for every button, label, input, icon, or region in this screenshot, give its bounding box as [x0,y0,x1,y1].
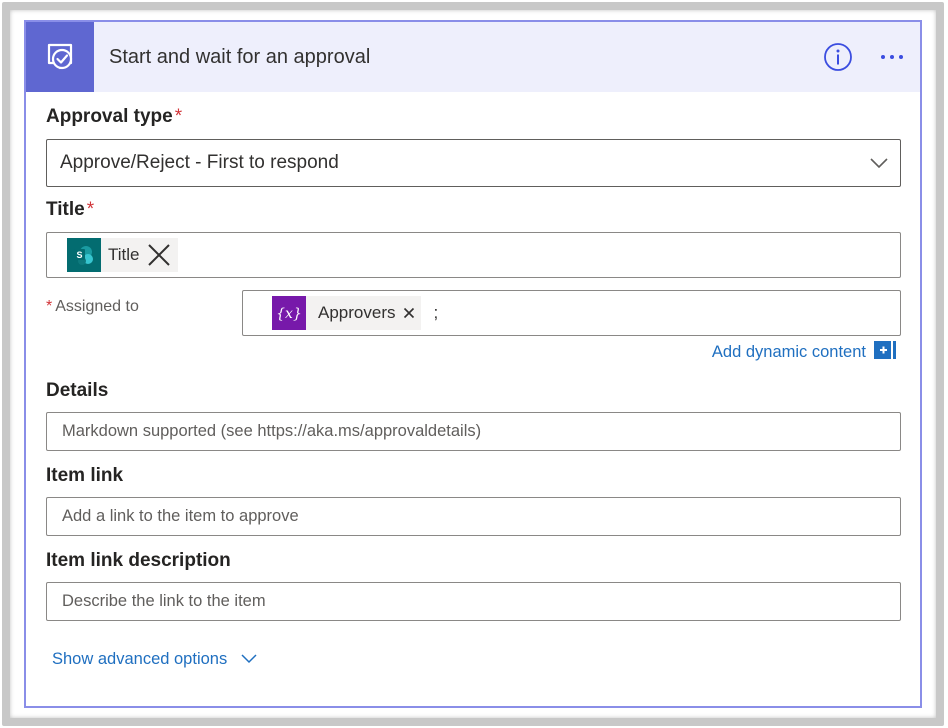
card-title: Start and wait for an approval [109,45,371,68]
details-label: Details [46,380,109,401]
details-placeholder: Markdown supported (see https://aka.ms/a… [62,422,482,440]
svg-text:S: S [76,250,82,260]
title-input[interactable]: S Title [46,232,901,278]
assigned-to-input[interactable]: {x} Approvers ; [242,290,901,336]
add-dynamic-content-button[interactable]: Add dynamic content [712,340,898,365]
required-marker: * [86,199,95,220]
item-link-description-input[interactable]: Describe the link to the item [46,582,901,621]
sharepoint-icon: S [67,238,101,272]
approvers-token[interactable]: {x} Approvers [272,296,422,330]
card-header[interactable]: Start and wait for an approval [26,22,920,92]
details-input[interactable]: Markdown supported (see https://aka.ms/a… [46,412,901,451]
approval-icon [26,22,94,92]
chevron-down-icon [241,651,257,669]
item-link-input[interactable]: Add a link to the item to approve [46,497,901,536]
info-icon [824,43,852,71]
approval-type-dropdown[interactable]: Approve/Reject - First to respond [46,139,901,187]
assigned-to-label: * Assigned to [46,298,139,315]
chevron-down-icon[interactable] [870,157,888,169]
remove-token-icon[interactable] [146,242,172,268]
title-token[interactable]: S Title [67,238,178,272]
item-link-label: Item link [46,465,124,486]
info-button[interactable] [822,41,854,73]
variable-icon: {x} [272,296,306,330]
approval-action-card: Start and wait for an approval Approval … [24,20,922,708]
item-link-description-label: Item link description [46,550,231,571]
more-options-button[interactable] [872,41,912,73]
required-marker: * [174,106,183,127]
title-token-label: Title [108,245,140,264]
required-marker: * [46,298,53,315]
item-link-placeholder: Add a link to the item to approve [62,507,299,525]
approval-type-value: Approve/Reject - First to respond [60,152,339,173]
add-dynamic-content-icon [874,340,898,365]
show-advanced-options-button[interactable]: Show advanced options [52,650,257,669]
item-link-description-placeholder: Describe the link to the item [62,592,266,610]
approvers-token-label: Approvers [318,303,396,322]
more-icon [881,55,885,59]
add-dynamic-content-label: Add dynamic content [711,343,866,361]
remove-token-icon[interactable] [403,307,415,319]
recipient-separator: ; [433,303,439,322]
svg-text:{x}: {x} [276,306,302,322]
title-label: Title * [46,199,95,220]
show-advanced-options-label: Show advanced options [52,650,228,668]
approval-type-label: Approval type * [46,106,183,127]
